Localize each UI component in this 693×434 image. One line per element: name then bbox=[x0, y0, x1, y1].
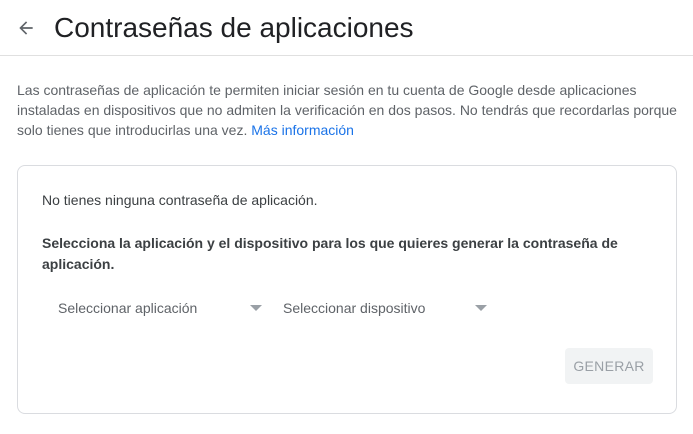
select-device-dropdown[interactable]: Seleccionar dispositivo bbox=[283, 294, 489, 322]
select-app-value: Seleccionar aplicación bbox=[58, 300, 198, 316]
select-app-dropdown[interactable]: Seleccionar aplicación bbox=[58, 294, 264, 322]
more-info-link[interactable]: Más información bbox=[251, 122, 354, 138]
instruction-text: Selecciona la aplicación y el dispositiv… bbox=[42, 235, 618, 272]
app-passwords-card: No tienes ninguna contraseña de aplicaci… bbox=[17, 165, 677, 414]
generate-button[interactable]: GENERAR bbox=[565, 348, 653, 384]
dropdown-caret-icon bbox=[475, 305, 487, 311]
arrow-back-icon bbox=[19, 21, 33, 35]
page-header: Contraseñas de aplicaciones bbox=[0, 0, 693, 56]
empty-message: No tienes ninguna contraseña de aplicaci… bbox=[42, 192, 318, 208]
back-button[interactable] bbox=[10, 12, 42, 44]
dropdown-caret-icon bbox=[250, 305, 262, 311]
page-title: Contraseñas de aplicaciones bbox=[54, 12, 414, 43]
intro-text-block: Las contraseñas de aplicación te permite… bbox=[17, 80, 682, 140]
select-device-value: Seleccionar dispositivo bbox=[283, 300, 426, 316]
